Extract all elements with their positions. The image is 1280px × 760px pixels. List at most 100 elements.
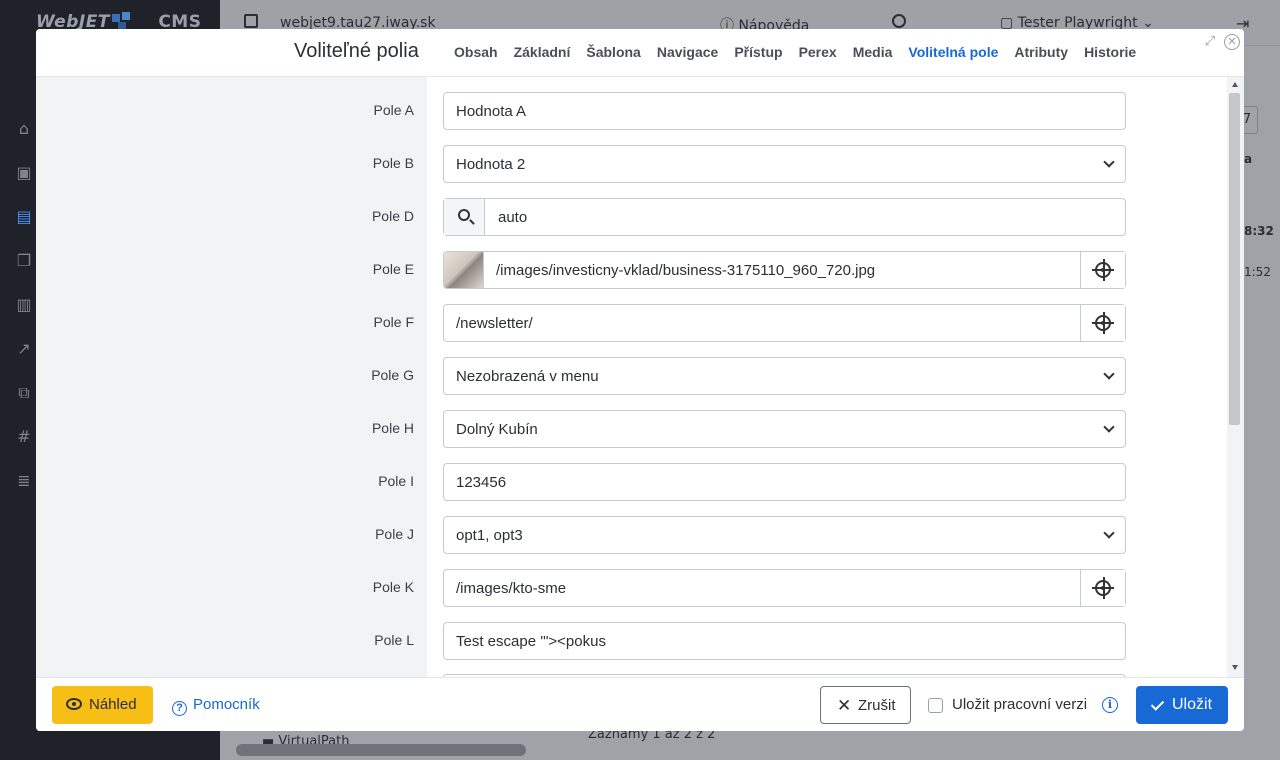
search-icon[interactable] xyxy=(892,14,906,28)
time-value-1: 8:32 xyxy=(1244,224,1274,238)
modal-header: Voliteľné polia Obsah Základní Šablona N… xyxy=(36,29,1244,77)
field-label: Pole D xyxy=(371,208,414,224)
field-a-input[interactable]: Hodnota A xyxy=(443,92,1126,130)
field-row-e: Pole E /images/investicny-vklad/business… xyxy=(36,251,1226,289)
field-label: Pole B xyxy=(372,155,414,171)
form-scrollbar[interactable] xyxy=(1227,77,1244,677)
field-label: Pole E xyxy=(372,261,414,277)
field-label: Pole L xyxy=(374,632,414,648)
cancel-button[interactable]: ✕ Zrušit xyxy=(820,686,911,724)
tab-volitelna-pole[interactable]: Volitelná pole xyxy=(908,44,998,60)
layers-icon[interactable]: ⧉ xyxy=(14,382,34,404)
select-link-button[interactable] xyxy=(1080,570,1125,606)
field-e-image-input[interactable]: /images/investicny-vklad/business-317511… xyxy=(443,251,1126,289)
copy-icon[interactable]: ❐ xyxy=(14,250,34,272)
modal-body: Pole A Hodnota A Pole B Hodnota 2 Pole D… xyxy=(36,77,1244,712)
scroll-down-arrow-icon[interactable] xyxy=(1232,665,1238,670)
close-icon: ✕ xyxy=(837,696,852,715)
database-icon[interactable]: ≣ xyxy=(14,470,34,492)
modal-footer: Náhled ? Pomocník ✕ Zrušit Uložit pracovn… xyxy=(36,677,1244,731)
field-value: /images/kto-sme xyxy=(456,580,567,597)
field-label: Pole G xyxy=(371,367,414,383)
field-row-l: Pole L Test escape '"><pokus xyxy=(36,622,1226,660)
column-header-fragment: a xyxy=(1244,152,1253,166)
preview-button[interactable]: Náhled xyxy=(52,686,153,724)
chevron-down-icon xyxy=(1103,527,1115,539)
image-thumbnail xyxy=(444,252,484,288)
home-icon[interactable]: ⌂ xyxy=(14,118,34,140)
hash-icon[interactable]: # xyxy=(14,426,34,448)
field-row-k: Pole K /images/kto-sme xyxy=(36,569,1226,607)
field-value: Hodnota A xyxy=(456,103,527,120)
field-h-select[interactable]: Dolný Kubín xyxy=(443,410,1126,448)
tab-media[interactable]: Media xyxy=(853,44,893,60)
select-image-button[interactable] xyxy=(1080,252,1125,288)
tab-zakladni[interactable]: Základní xyxy=(514,44,571,60)
field-row-i: Pole I 123456 xyxy=(36,463,1226,501)
field-i-input[interactable]: 123456 xyxy=(443,463,1126,501)
save-draft-label[interactable]: Uložit pracovní verzi xyxy=(952,696,1087,713)
time-value-2: 1:52 xyxy=(1244,265,1271,279)
field-k-link-input[interactable]: /images/kto-sme xyxy=(443,569,1126,607)
field-value: Test escape '"><pokus xyxy=(456,633,606,650)
info-icon[interactable]: i xyxy=(1102,697,1118,713)
chevron-down-icon xyxy=(1103,421,1115,433)
tab-pristup[interactable]: Přístup xyxy=(734,44,782,60)
field-value: Nezobrazená v menu xyxy=(456,368,599,385)
field-value: Hodnota 2 xyxy=(456,156,526,173)
calendar-icon[interactable] xyxy=(244,14,258,28)
field-g-select[interactable]: Nezobrazená v menu xyxy=(443,357,1126,395)
image-icon[interactable]: ▣ xyxy=(14,162,34,184)
tab-navigace[interactable]: Navigace xyxy=(657,44,718,60)
document-icon[interactable]: ▥ xyxy=(14,294,34,316)
field-label: Pole K xyxy=(372,579,414,595)
cancel-label: Zrušit xyxy=(858,697,896,714)
helper-label: Pomocník xyxy=(193,696,260,713)
crosshair-icon xyxy=(1092,312,1114,334)
field-row-j: Pole J opt1, opt3 xyxy=(36,516,1226,554)
tab-atributy[interactable]: Atributy xyxy=(1014,44,1068,60)
pages-icon[interactable]: ▤ xyxy=(14,206,34,228)
editor-modal: Voliteľné polia Obsah Základní Šablona N… xyxy=(36,29,1244,731)
tab-obsah[interactable]: Obsah xyxy=(454,44,498,60)
preview-label: Náhled xyxy=(89,696,137,713)
field-value: auto xyxy=(498,209,528,226)
external-link-icon[interactable]: ↗ xyxy=(14,338,34,360)
tab-perex[interactable]: Perex xyxy=(799,44,837,60)
select-link-button[interactable] xyxy=(1080,305,1125,341)
field-row-h: Pole H Dolný Kubín xyxy=(36,410,1226,448)
field-row-g: Pole G Nezobrazená v menu xyxy=(36,357,1226,395)
tree-scrollbar[interactable] xyxy=(236,744,526,756)
field-label: Pole H xyxy=(371,420,414,436)
helper-link[interactable]: ? Pomocník xyxy=(172,696,260,716)
chevron-down-icon xyxy=(1103,368,1115,380)
field-d-search-input[interactable]: auto xyxy=(443,198,1126,236)
scroll-thumb[interactable] xyxy=(1229,93,1240,425)
chevron-down-icon xyxy=(1103,156,1115,168)
field-row-b: Pole B Hodnota 2 xyxy=(36,145,1226,183)
field-b-select[interactable]: Hodnota 2 xyxy=(443,145,1126,183)
field-row-d: Pole D auto xyxy=(36,198,1226,236)
crosshair-icon xyxy=(1092,577,1114,599)
question-icon: ? xyxy=(172,701,187,716)
field-label: Pole F xyxy=(373,314,414,330)
modal-title: Voliteľné polia xyxy=(294,40,419,62)
close-icon[interactable]: ✕ xyxy=(1224,34,1240,50)
save-label: Uložit xyxy=(1172,696,1213,713)
field-label: Pole A xyxy=(373,102,414,118)
field-row-f: Pole F /newsletter/ xyxy=(36,304,1226,342)
field-value: opt1, opt3 xyxy=(456,527,523,544)
field-l-input[interactable]: Test escape '"><pokus xyxy=(443,622,1126,660)
save-draft-checkbox[interactable] xyxy=(928,698,943,713)
search-addon xyxy=(444,199,485,235)
eye-icon xyxy=(66,698,82,710)
field-label: Pole I xyxy=(378,473,414,489)
field-j-multiselect[interactable]: opt1, opt3 xyxy=(443,516,1126,554)
expand-icon[interactable]: ⤢ xyxy=(1202,34,1218,50)
field-f-link-input[interactable]: /newsletter/ xyxy=(443,304,1126,342)
save-button[interactable]: Uložit xyxy=(1136,686,1228,724)
search-icon xyxy=(458,209,470,221)
scroll-up-arrow-icon[interactable] xyxy=(1232,82,1238,87)
tab-historie[interactable]: Historie xyxy=(1084,44,1136,60)
tab-sablona[interactable]: Šablona xyxy=(586,44,640,60)
